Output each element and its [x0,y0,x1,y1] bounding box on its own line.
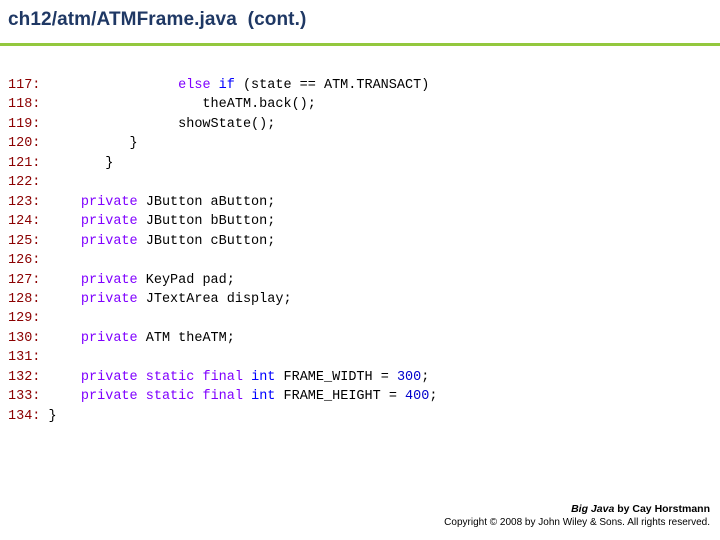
code-token: private [80,291,138,307]
code-token: ; [421,369,430,385]
code-line: 126: [8,251,437,270]
code-token: } [40,408,57,424]
code-token: private [80,272,138,288]
code-token: FRAME_WIDTH = [275,369,397,385]
code-token: private [80,233,138,249]
code-token: ATM [226,97,252,113]
code-line: 131: [8,348,437,367]
code-token: private [80,369,138,385]
footer-book-line: Big Java by Cay Horstmann [444,502,710,516]
code-token: private [80,214,138,230]
code-listing: 117: else if (state == ATM.TRANSACT) 118:… [8,76,437,426]
footer: Big Java by Cay Horstmann Copyright © 20… [444,502,710,530]
code-line-number: 125: [8,233,41,249]
code-token: private [80,194,138,210]
code-line: 127: private KeyPad pad; [8,271,437,290]
code-line: 128: private JTextArea display; [8,290,437,309]
code-line: 118: theATM.back(); [8,95,437,114]
code-token: private [80,389,138,405]
code-token: ; [429,389,438,405]
code-token: if [218,78,235,93]
code-line-number: 128: [8,291,41,307]
code-token: JTextArea display; [137,291,292,307]
code-line-number: 119: [8,116,41,132]
code-token: showState(); [40,116,276,132]
code-line-number: 122: [8,175,41,191]
code-line: 125: private JButton cButton; [8,232,437,251]
code-line: 130: private ATM theATM; [8,329,437,348]
code-token: 300 [396,369,422,385]
code-line-number: 130: [8,330,41,346]
code-token: final [202,389,243,405]
code-token: static [145,369,195,385]
code-token: .back(); [251,97,316,113]
code-token: ATM theATM; [137,330,235,346]
code-line: 122: [8,173,437,192]
code-line-number: 120: [8,136,41,152]
code-line: 120: } [8,134,437,153]
page-title: ch12/atm/ATMFrame.java (cont.) [8,9,307,30]
code-line-number: 131: [8,350,41,366]
code-token: JButton bButton; [137,214,276,230]
code-line: 117: else if (state == ATM.TRANSACT) [8,76,437,95]
code-line-number: 121: [8,155,41,171]
code-token: } [40,136,138,152]
code-token: final [202,369,243,385]
code-line: 124: private JButton bButton; [8,212,437,231]
footer-copyright: Copyright © 2008 by John Wiley & Sons. A… [444,517,710,528]
code-token: int [251,389,276,405]
code-token: the [40,97,227,113]
code-line-number: 133: [8,389,41,405]
code-line-number: 126: [8,253,41,269]
code-token: 400 [405,389,430,405]
code-line: 129: [8,309,437,328]
code-token: private [80,330,138,346]
code-token: KeyPad pad; [137,272,235,288]
code-line-number: 129: [8,311,41,327]
code-line: 123: private JButton aButton; [8,193,437,212]
code-line-number: 124: [8,214,41,230]
code-line-number: 127: [8,272,41,288]
code-line-number: 117: [8,78,41,93]
slide: ch12/atm/ATMFrame.java (cont.) 117: else… [0,0,720,540]
code-line: 121: } [8,154,437,173]
code-token: (state == ATM.TRANSACT) [234,78,430,93]
code-line-number: 118: [8,97,41,113]
code-token: FRAME_HEIGHT = [275,389,406,405]
code-line-number: 132: [8,369,41,385]
code-token: int [251,369,276,385]
code-token: else [178,78,211,93]
code-line-number: 123: [8,194,41,210]
footer-author: by Cay Horstmann [614,503,710,515]
code-line-number: 134: [8,408,41,424]
code-token: } [40,155,114,171]
title-underline-rule [0,43,720,46]
code-token: JButton cButton; [137,233,276,249]
code-token: static [145,389,195,405]
code-line: 132: private static final int FRAME_WIDT… [8,368,437,387]
footer-book-title: Big Java [571,503,615,515]
code-line: 133: private static final int FRAME_HEIG… [8,387,437,406]
code-line: 119: showState(); [8,115,437,134]
code-token: JButton aButton; [137,194,276,210]
code-line: 134: } [8,407,437,426]
